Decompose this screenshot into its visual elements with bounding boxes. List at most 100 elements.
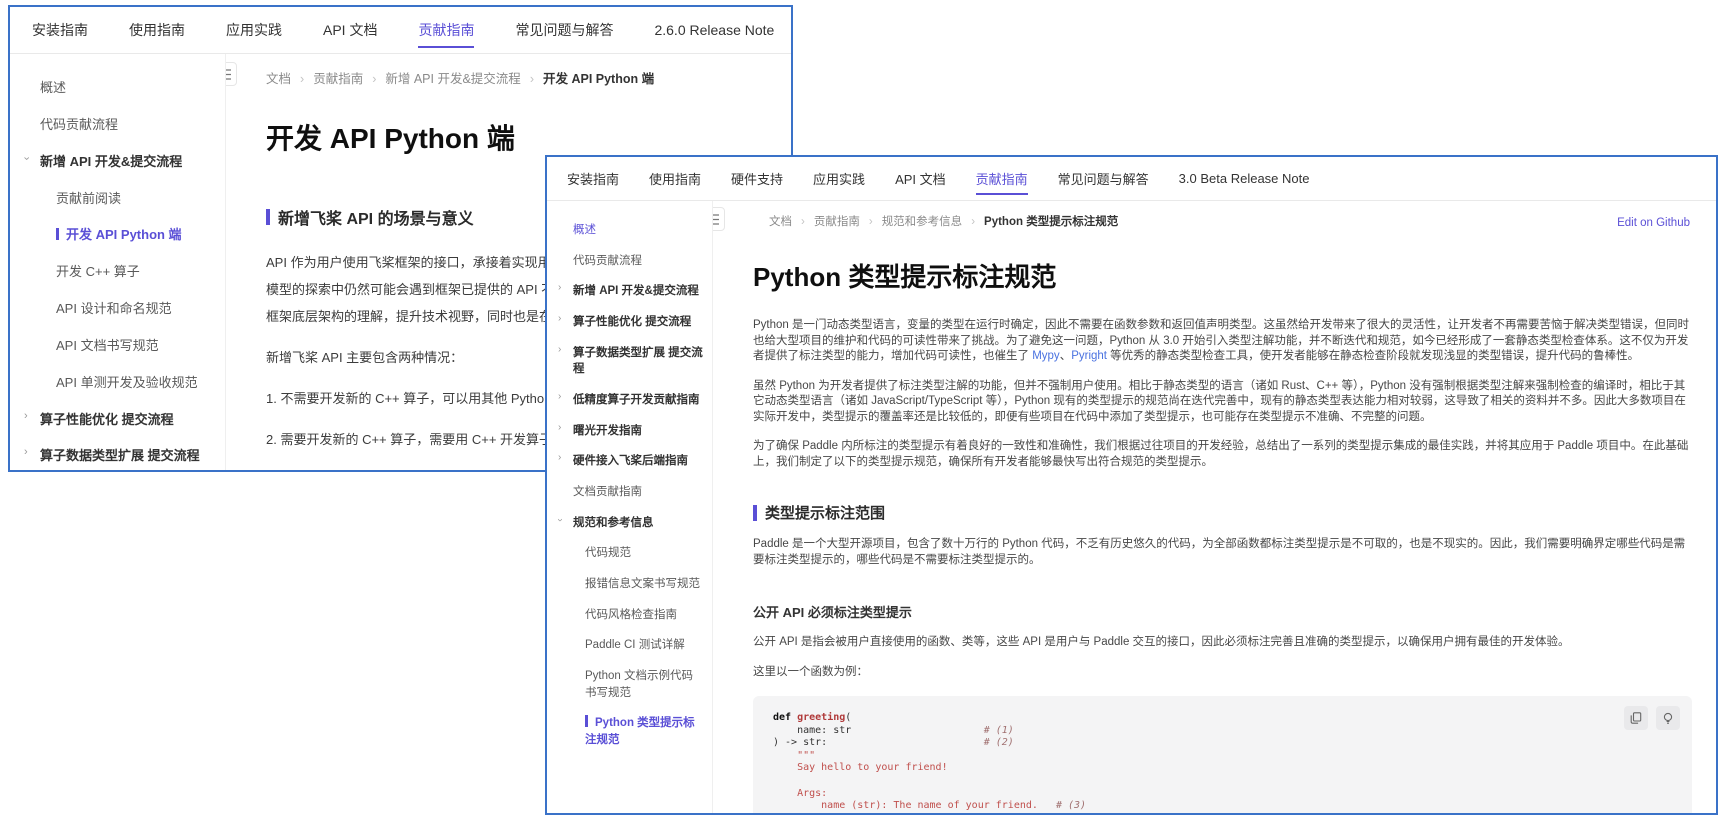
nav-tab[interactable]: 使用指南 bbox=[649, 157, 701, 200]
sidebar-item[interactable]: 曙光开发指南 bbox=[547, 416, 712, 447]
sidebar-item[interactable]: API 设计和命名规范 bbox=[10, 291, 225, 328]
nav-tab[interactable]: API 文档 bbox=[895, 157, 946, 200]
sidebar-item-label: API 单测开发及验收规范 bbox=[56, 375, 198, 390]
sidebar-item-label: 硬件接入飞桨后端指南 bbox=[573, 455, 688, 467]
sidebar-item-label: 开发 C++ 算子 bbox=[56, 264, 140, 279]
content-area: Edit on Github 文档贡献指南规范和参考信息Python 类型提示标… bbox=[713, 201, 1716, 813]
subsection-heading: 公开 API 必须标注类型提示 bbox=[753, 602, 1692, 621]
sidebar-item[interactable]: 低精度算子开发贡献指南 bbox=[547, 385, 712, 416]
sidebar-item[interactable]: API 单测开发及验收规范 bbox=[10, 365, 225, 402]
paragraph-intro: Python 是一门动态类型语言，变量的类型在运行时确定，因此不需要在函数参数和… bbox=[753, 318, 1692, 365]
sidebar-item[interactable]: 规范和参考信息 bbox=[547, 508, 712, 539]
sidebar: 概述 代码贡献流程 新增 API 开发&提交流程 贡献前阅读 bbox=[10, 54, 226, 470]
sidebar-item[interactable]: 新增 API 开发&提交流程 bbox=[547, 276, 712, 307]
nav-tab[interactable]: 安装指南 bbox=[567, 157, 619, 200]
sidebar-item-label: 规范和参考信息 bbox=[573, 517, 654, 529]
sidebar-item[interactable]: 算子性能优化 提交流程 bbox=[547, 307, 712, 338]
sidebar-item[interactable]: 概述 bbox=[547, 215, 712, 246]
sidebar-item[interactable]: 代码规范 bbox=[547, 538, 712, 569]
sidebar-toggle-button[interactable] bbox=[226, 62, 237, 86]
breadcrumb-item[interactable]: 开发 API Python 端 bbox=[543, 68, 654, 87]
window-python-type-hints: 安装指南使用指南硬件支持应用实践API 文档贡献指南常见问题与解答3.0 Bet… bbox=[545, 155, 1718, 815]
sidebar-item-label: API 设计和命名规范 bbox=[56, 301, 172, 316]
edit-on-github-link[interactable]: Edit on Github bbox=[1617, 217, 1690, 229]
sidebar-item[interactable]: 新增 API 开发&提交流程 bbox=[10, 144, 225, 181]
page-title: Python 类型提示标注规范 bbox=[753, 257, 1692, 294]
breadcrumb-item[interactable]: 贡献指南 bbox=[814, 213, 882, 229]
chevron-icon bbox=[20, 156, 31, 160]
sidebar-item[interactable]: 代码风格检查指南 bbox=[547, 600, 712, 631]
sidebar-collapse-icon bbox=[226, 69, 232, 80]
nav-tab[interactable]: 贡献指南 bbox=[976, 157, 1028, 200]
paragraph-3: 为了确保 Paddle 内所标注的类型提示有着良好的一致性和准确性，我们根据过往… bbox=[753, 439, 1692, 470]
copy-code-button[interactable] bbox=[1624, 706, 1648, 730]
sidebar-item-label: 代码贡献流程 bbox=[573, 255, 642, 267]
sidebar-item[interactable]: 算子数据类型扩展 提交流程 bbox=[547, 338, 712, 385]
sidebar-item-label: 文档贡献指南 bbox=[573, 486, 642, 498]
sidebar-item[interactable]: 代码贡献流程 bbox=[10, 107, 225, 144]
sidebar-collapse-icon bbox=[713, 214, 720, 225]
nav-tab[interactable]: 3.0 Beta Release Note bbox=[1179, 157, 1310, 200]
sidebar-item[interactable]: Python 文档示例代码书写规范 bbox=[547, 661, 712, 708]
sidebar-item-label: 新增 API 开发&提交流程 bbox=[40, 154, 182, 169]
sidebar-toggle-button[interactable] bbox=[713, 207, 725, 231]
sidebar-item-label: Python 类型提示标注规范 bbox=[585, 717, 695, 746]
chevron-icon bbox=[555, 518, 565, 521]
code-content[interactable]: def greeting( name: str # (1)) -> str: #… bbox=[773, 712, 1672, 813]
hint-button[interactable] bbox=[1656, 706, 1680, 730]
nav-tab[interactable]: 硬件支持 bbox=[731, 157, 783, 200]
chevron-icon bbox=[558, 345, 561, 355]
sidebar-item[interactable]: 贡献前阅读 bbox=[10, 181, 225, 218]
sidebar: 概述 代码贡献流程 新增 API 开发&提交流程 算子性能优化 提交流程 bbox=[547, 201, 713, 813]
top-nav: 安装指南使用指南硬件支持应用实践 API 文档贡献指南常见问题与解答 3.0 Bet… bbox=[547, 157, 1716, 201]
breadcrumb-item[interactable]: 文档 bbox=[769, 213, 814, 229]
sidebar-item-label: Paddle CI 测试详解 bbox=[585, 639, 685, 651]
sidebar-item-label: 代码贡献流程 bbox=[40, 117, 118, 132]
sidebar-item-label: 算子数据类型扩展 提交流程 bbox=[40, 448, 200, 463]
section-heading-text: 类型提示标注范围 bbox=[765, 502, 885, 523]
chevron-icon bbox=[24, 447, 28, 458]
sidebar-item-label: 算子性能优化 提交流程 bbox=[40, 412, 174, 427]
chevron-icon bbox=[24, 411, 28, 422]
sidebar-item[interactable]: 算子数据类型扩展 提交流程 bbox=[10, 438, 225, 470]
sidebar-item[interactable]: API 文档书写规范 bbox=[10, 328, 225, 365]
sidebar-item-label: API 文档书写规范 bbox=[56, 338, 159, 353]
nav-tab[interactable]: 使用指南 bbox=[129, 7, 185, 53]
nav-tab[interactable]: 常见问题与解答 bbox=[1058, 157, 1149, 200]
window-body: 概述 代码贡献流程 新增 API 开发&提交流程 算子性能优化 提交流程 bbox=[547, 201, 1716, 813]
breadcrumb: 文档贡献指南规范和参考信息Python 类型提示标注规范 bbox=[753, 213, 1692, 229]
nav-tab[interactable]: 常见问题与解答 bbox=[515, 7, 613, 53]
sidebar-item[interactable]: Paddle CI 测试详解 bbox=[547, 630, 712, 661]
sidebar-item[interactable]: 硬件接入飞桨后端指南 bbox=[547, 446, 712, 477]
sidebar-item[interactable]: 报错信息文案书写规范 bbox=[547, 569, 712, 600]
breadcrumb: 文档贡献指南新增 API 开发&提交流程开发 API Python 端 bbox=[245, 68, 771, 87]
sidebar-item-label: 算子数据类型扩展 提交流程 bbox=[573, 347, 703, 376]
nav-tab[interactable]: API 文档 bbox=[323, 7, 377, 53]
sidebar-item[interactable]: 代码贡献流程 bbox=[547, 246, 712, 277]
sidebar-item-label: 代码规范 bbox=[585, 547, 631, 559]
section-bar-icon bbox=[266, 209, 270, 225]
copy-icon bbox=[1630, 712, 1642, 724]
breadcrumb-item[interactable]: 贡献指南 bbox=[313, 68, 385, 87]
code-block: def greeting( name: str # (1)) -> str: #… bbox=[753, 696, 1692, 813]
breadcrumb-item[interactable]: Python 类型提示标注规范 bbox=[984, 213, 1118, 229]
nav-tab[interactable]: 应用实践 bbox=[226, 7, 282, 53]
breadcrumb-item[interactable]: 新增 API 开发&提交流程 bbox=[385, 68, 543, 87]
sidebar-item[interactable]: 开发 C++ 算子 bbox=[10, 254, 225, 291]
sidebar-item[interactable]: 文档贡献指南 bbox=[547, 477, 712, 508]
sidebar-item[interactable]: 算子性能优化 提交流程 bbox=[10, 402, 225, 439]
nav-tab[interactable]: 2.6.0 Release Note bbox=[654, 7, 774, 53]
sidebar-item-label: 概述 bbox=[40, 80, 66, 95]
sidebar-item[interactable]: 概述 bbox=[10, 70, 225, 107]
section-heading-text: 新增飞桨 API 的场景与意义 bbox=[278, 205, 474, 229]
paragraph-5: 公开 API 是指会被用户直接使用的函数、类等，这些 API 是用户与 Padd… bbox=[753, 635, 1692, 651]
sidebar-item[interactable]: Python 类型提示标注规范 bbox=[547, 708, 712, 755]
nav-tab[interactable]: 应用实践 bbox=[813, 157, 865, 200]
breadcrumb-item[interactable]: 文档 bbox=[266, 68, 313, 87]
nav-tab[interactable]: 安装指南 bbox=[32, 7, 88, 53]
breadcrumb-item[interactable]: 规范和参考信息 bbox=[882, 213, 984, 229]
nav-tab[interactable]: 贡献指南 bbox=[418, 7, 474, 53]
sidebar-item[interactable]: 开发 API Python 端 bbox=[10, 217, 225, 254]
sidebar-item-label: 概述 bbox=[573, 224, 596, 236]
chevron-icon bbox=[558, 283, 561, 293]
